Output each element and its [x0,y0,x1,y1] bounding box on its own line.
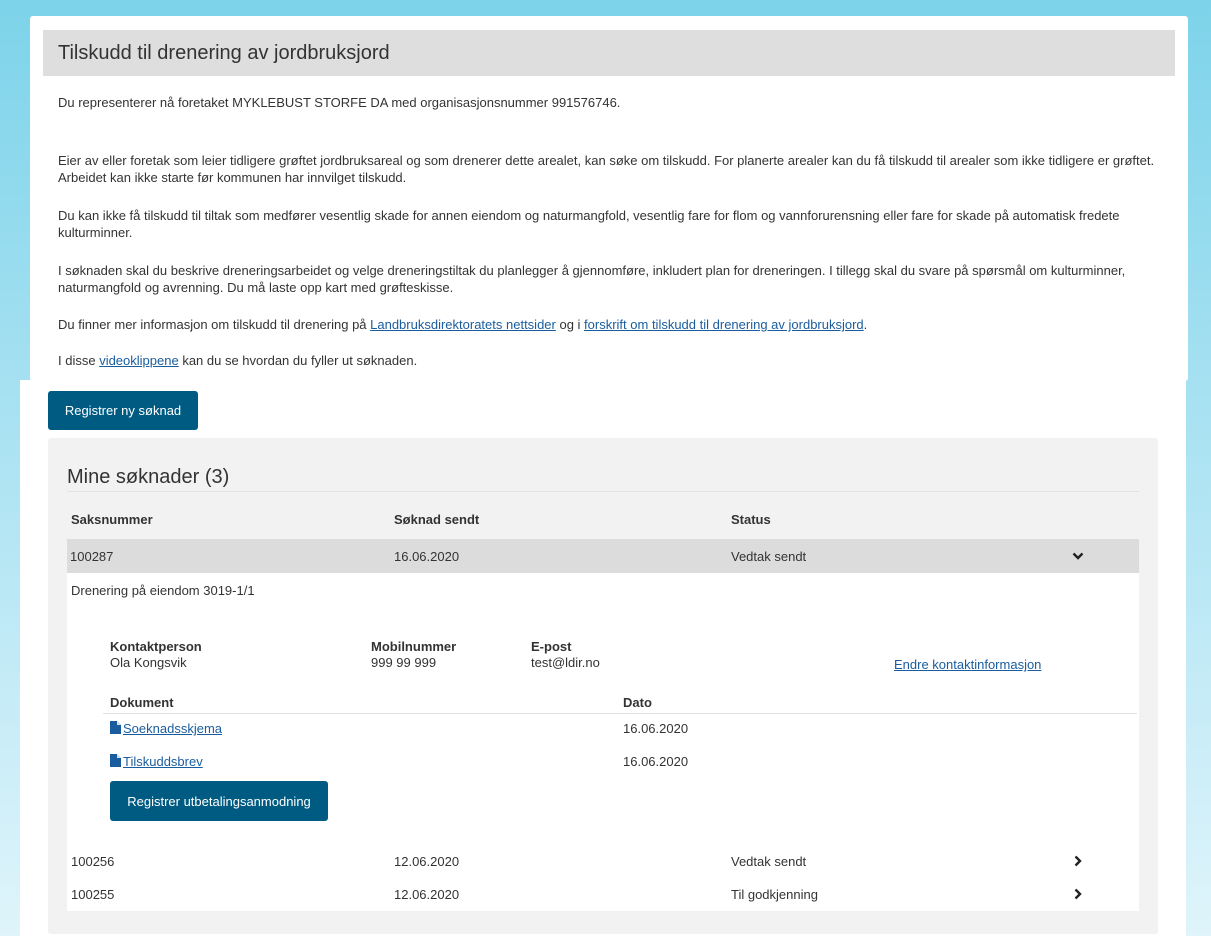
intro-paragraph-5: I disse videoklippene kan du se hvordan … [58,353,418,368]
application-details: Drenering på eiendom 3019-1/1 Kontaktper… [67,573,1139,911]
status-text: Vedtak sendt [731,549,807,564]
sent-date: 12.06.2020 [394,887,460,902]
sent-date: 12.06.2020 [394,854,460,869]
application-description: Drenering på eiendom 3019-1/1 [71,583,255,598]
landbruksdirektoratet-link[interactable]: Landbruksdirektoratets nettsider [370,317,556,332]
column-header-case: Saksnummer [71,512,153,527]
register-payment-request-button[interactable]: Registrer utbetalingsanmodning [110,781,328,821]
info-card: Tilskudd til drenering av jordbruksjord … [30,16,1188,381]
chevron-down-icon[interactable] [1072,550,1084,562]
document-date: 16.06.2020 [623,721,689,736]
sent-date: 16.06.2020 [394,549,460,564]
document-date: 16.06.2020 [623,754,689,769]
representation-text: Du representerer nå foretaket MYKLEBUST … [58,95,621,110]
document-icon [110,754,121,767]
mobile-value: 999 99 999 [371,655,437,670]
contact-person-value: Ola Kongsvik [110,655,187,670]
video-clips-link[interactable]: videoklippene [99,353,179,368]
document-item: Soeknadsskjema [110,721,222,736]
document-column-header: Dokument [110,695,174,710]
edit-contact-info-link[interactable]: Endre kontaktinformasjon [894,657,1041,672]
forskrift-link[interactable]: forskrift om tilskudd til drenering av j… [584,317,864,332]
page-header: Tilskudd til drenering av jordbruksjord [43,30,1175,76]
email-value: test@ldir.no [531,655,600,670]
document-item: Tilskuddsbrev [110,754,203,769]
applications-card: Registrer ny søknad Mine søknader (3) Sa… [20,380,1186,936]
divider [67,491,1139,492]
register-new-application-button[interactable]: Registrer ny søknad [48,391,198,430]
intro-paragraph-1: Eier av eller foretak som leier tidliger… [58,153,1155,185]
case-number: 100255 [71,887,115,902]
column-header-status: Status [731,512,771,527]
table-row[interactable]: 100287 16.06.2020 Vedtak sendt [67,539,1139,573]
chevron-right-icon[interactable] [1072,888,1084,900]
email-label: E-post [531,639,572,654]
divider [103,713,1137,714]
page-title: Tilskudd til drenering av jordbruksjord [58,42,390,64]
chevron-right-icon[interactable] [1072,855,1084,867]
table-row[interactable]: 100255 12.06.2020 Til godkjenning [67,879,1139,912]
my-applications-title: Mine søknader (3) [67,466,230,488]
document-icon [110,721,121,734]
intro-paragraph-2: Du kan ikke få tilskudd til tiltak som m… [58,208,1120,240]
status-text: Vedtak sendt [731,854,807,869]
case-number: 100256 [71,854,115,869]
mobile-label: Mobilnummer [371,639,457,654]
document-link-soeknadsskjema[interactable]: Soeknadsskjema [123,721,222,736]
intro-paragraph-3: I søknaden skal du beskrive dreneringsar… [58,263,1126,295]
contact-person-label: Kontaktperson [110,639,202,654]
my-applications-panel: Mine søknader (3) Saksnummer Søknad send… [48,438,1158,934]
status-text: Til godkjenning [731,887,818,902]
intro-paragraph-4: Du finner mer informasjon om tilskudd ti… [58,317,868,332]
table-row[interactable]: 100256 12.06.2020 Vedtak sendt [67,846,1139,879]
document-link-tilskuddsbrev[interactable]: Tilskuddsbrev [123,754,203,769]
column-header-sent: Søknad sendt [394,512,480,527]
date-column-header: Dato [623,695,652,710]
case-number: 100287 [70,549,114,564]
